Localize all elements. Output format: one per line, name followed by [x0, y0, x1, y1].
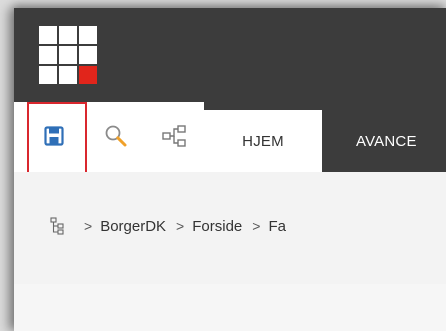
tool-group — [14, 102, 204, 174]
tree-icon[interactable] — [50, 217, 64, 235]
search-button[interactable] — [96, 112, 136, 160]
grid-cell-accent — [79, 66, 97, 84]
grid-cell — [39, 66, 57, 84]
tree-share-icon — [162, 125, 186, 147]
breadcrumb-separator: > — [252, 218, 261, 234]
tab-advanced-label: AVANCE — [356, 132, 417, 150]
search-icon — [105, 125, 127, 147]
grid-icon[interactable] — [39, 26, 98, 85]
grid-cell — [39, 26, 57, 44]
breadcrumb-item[interactable]: Forside — [192, 218, 242, 235]
breadcrumb-bar: > BorgerDK > Forside > Fa — [14, 172, 446, 285]
breadcrumb-item[interactable]: Fa — [268, 218, 286, 235]
grid-cell — [79, 26, 97, 44]
toolbar: HJEM AVANCE — [14, 102, 446, 174]
grid-cell — [59, 66, 77, 84]
grid-cell — [39, 46, 57, 64]
tab-home-label: HJEM — [242, 132, 284, 150]
grid-cell — [59, 46, 77, 64]
save-highlight-box — [27, 102, 87, 174]
grid-cell — [59, 26, 77, 44]
structure-button[interactable] — [154, 112, 194, 160]
grid-cell — [79, 46, 97, 64]
top-bar — [14, 8, 446, 102]
tab-home[interactable]: HJEM — [204, 110, 322, 172]
breadcrumb-item[interactable]: BorgerDK — [100, 218, 166, 235]
content-area — [14, 284, 446, 331]
tab-advanced[interactable]: AVANCE — [334, 110, 446, 172]
breadcrumb-separator: > — [84, 218, 93, 234]
breadcrumb: > BorgerDK > Forside > Fa — [50, 212, 286, 240]
app-window: HJEM AVANCE > BorgerDK > Forside > Fa — [14, 8, 446, 331]
breadcrumb-separator: > — [176, 218, 185, 234]
